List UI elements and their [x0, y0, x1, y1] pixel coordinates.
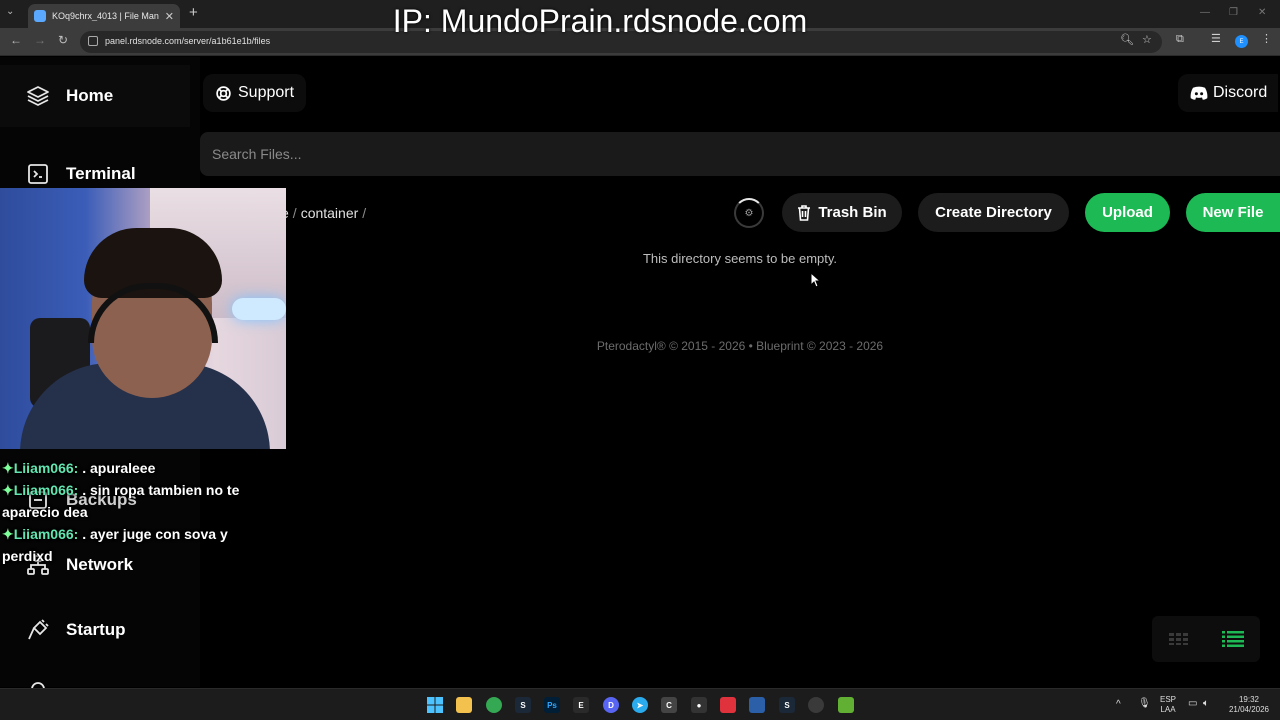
sidebar-item-startup[interactable]: Startup: [0, 599, 190, 661]
create-directory-button[interactable]: Create Directory: [918, 193, 1069, 232]
sidebar-item-home[interactable]: Home: [0, 65, 190, 127]
app-blue-icon[interactable]: [749, 697, 765, 713]
plug-icon: [28, 619, 49, 640]
webcam-overlay: [0, 188, 286, 449]
chat-star-icon: ✦: [2, 526, 14, 542]
chrome-icon[interactable]: [486, 697, 502, 713]
chat-star-icon: ✦: [2, 482, 14, 498]
upload-label: Upload: [1102, 204, 1153, 221]
app-red-icon[interactable]: [720, 697, 736, 713]
microphone-icon[interactable]: 🎙︎: [1138, 699, 1151, 709]
chrome-active-icon[interactable]: [808, 697, 824, 713]
volume-icon[interactable]: 🔈︎: [1203, 699, 1209, 709]
maximize-icon[interactable]: ❐: [1229, 7, 1238, 18]
chat-message: ✦Liiam066: . apuraleee: [2, 457, 272, 479]
chat-message: ✦Liiam066: . ayer juge con sova y perdix…: [2, 523, 272, 567]
epic-games-icon[interactable]: E: [573, 697, 589, 713]
profile-avatar[interactable]: E: [1235, 35, 1248, 48]
trash-bin-label: Trash Bin: [818, 204, 887, 221]
grid-icon: [1169, 633, 1188, 645]
terminal-icon: [28, 164, 48, 184]
sidebar-item-label: Home: [66, 86, 114, 105]
clock-date: 21/04/2026: [1228, 705, 1270, 714]
breadcrumb-separator: /: [362, 205, 367, 221]
breadcrumb-separator: /: [292, 205, 297, 221]
upload-button[interactable]: Upload: [1085, 193, 1170, 232]
webcam-led-light: [232, 298, 286, 320]
list-view-button[interactable]: [1221, 630, 1245, 648]
media-icon[interactable]: ☰: [1211, 34, 1221, 45]
chat-username: Liiam066:: [13, 482, 79, 498]
sidebar-item-label: Startup: [66, 620, 126, 639]
os-taskbar: S Ps E D ➤ C ● S ^ 🎙︎ ESP LAA ▭ 🔈︎ 19:32 2…: [0, 688, 1280, 720]
obs-icon[interactable]: ●: [691, 697, 707, 713]
capcut-icon[interactable]: C: [661, 697, 677, 713]
support-label: Support: [238, 84, 295, 101]
network-tray-icon[interactable]: ▭: [1188, 699, 1197, 709]
steam-secondary-icon[interactable]: S: [779, 697, 795, 713]
minimize-icon[interactable]: —: [1200, 7, 1210, 18]
lifebuoy-icon: [216, 85, 231, 101]
discord-taskbar-icon[interactable]: D: [603, 697, 619, 713]
clock[interactable]: 19:32 21/04/2026: [1226, 695, 1272, 715]
view-toggle: [1152, 616, 1260, 662]
trash-icon: [798, 204, 811, 221]
minecraft-icon[interactable]: [838, 697, 854, 713]
screen: ⌄ KOq9chrx_4013 | File Manager ✕ + — ❐ ✕…: [0, 0, 1280, 720]
list-icon: [1222, 631, 1244, 647]
new-file-button[interactable]: New File: [1186, 193, 1280, 232]
create-directory-label: Create Directory: [935, 204, 1052, 221]
breadcrumb: e/container/: [281, 205, 370, 221]
language-bottom: LAA: [1160, 705, 1176, 714]
tray-chevron-icon[interactable]: ^: [1116, 700, 1121, 710]
language-top: ESP: [1160, 695, 1177, 704]
chat-username: Liiam066:: [13, 460, 79, 476]
sidebar-item-label: Terminal: [66, 164, 136, 183]
photoshop-icon[interactable]: Ps: [544, 697, 560, 713]
chat-text: . apuraleee: [78, 460, 156, 476]
new-file-label: New File: [1202, 204, 1264, 221]
chat-star-icon: ✦: [2, 460, 14, 476]
support-button[interactable]: Support: [203, 74, 307, 112]
file-explorer-icon[interactable]: [456, 697, 472, 713]
search-input[interactable]: [200, 132, 1280, 176]
language-indicator[interactable]: ESP LAA: [1160, 695, 1176, 715]
chat-username: Liiam066:: [13, 526, 79, 542]
steam-icon[interactable]: S: [515, 697, 531, 713]
menu-kebab-icon[interactable]: ⋮: [1261, 34, 1272, 45]
chat-message: ✦Liiam066: . sin ropa tambien no te apar…: [2, 479, 272, 523]
window-close-icon[interactable]: ✕: [1258, 7, 1266, 18]
loading-spinner: ⚙: [734, 198, 764, 228]
breadcrumb-current[interactable]: container: [301, 205, 359, 221]
layers-icon: [27, 86, 49, 106]
trash-bin-button[interactable]: Trash Bin: [782, 193, 902, 232]
discord-label: Discord: [1213, 84, 1268, 101]
telegram-icon[interactable]: ➤: [632, 697, 648, 713]
stream-overlay-ip: IP: MundoPrain.rdsnode.com: [392, 3, 808, 39]
stream-chat: ✦Liiam066: . apuraleee ✦Liiam066: . sin …: [2, 457, 272, 567]
windows-start-icon[interactable]: [427, 697, 443, 713]
grid-view-button[interactable]: [1167, 630, 1191, 648]
discord-button[interactable]: Discord: [1178, 74, 1278, 112]
mouse-cursor-icon: [810, 272, 820, 288]
spinner-gear-icon: ⚙: [744, 207, 754, 219]
discord-icon: [1190, 86, 1208, 100]
clock-time: 19:32: [1238, 695, 1260, 704]
